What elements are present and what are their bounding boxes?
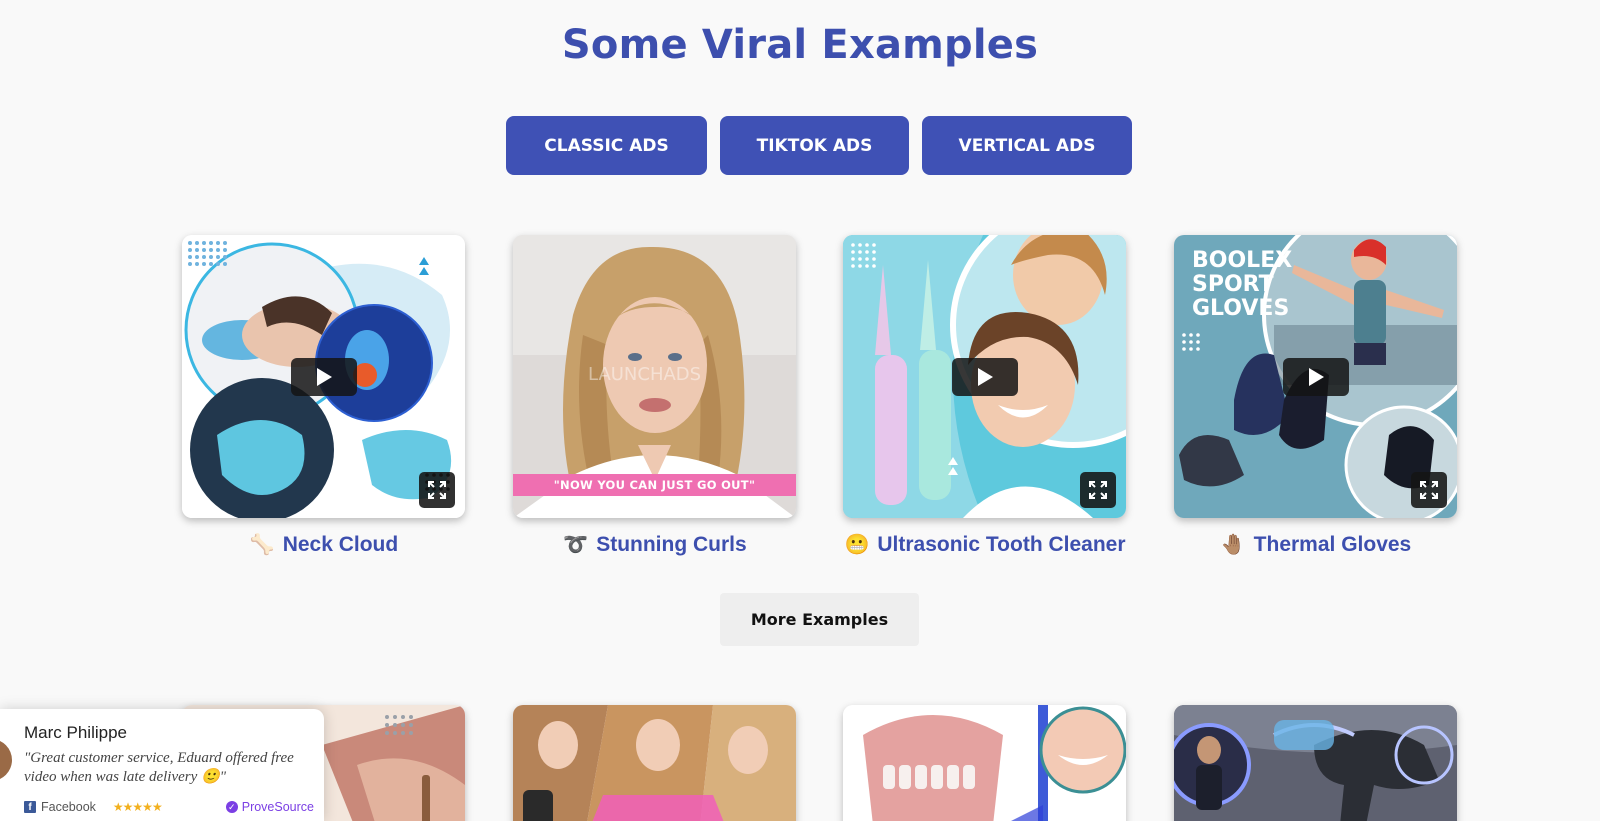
verified-check-icon: ✓ [225,801,238,813]
fullscreen-icon [1420,481,1438,499]
review-source: f Facebook ★★★★★ [24,800,163,814]
example-card-neck-cloud[interactable] [182,235,465,518]
expand-button[interactable] [1080,472,1116,508]
tab-vertical-ads[interactable]: VERTICAL ADS [922,116,1132,175]
expand-button[interactable] [419,472,455,508]
ad-type-tabs: CLASSIC ADS TIKTOK ADS VERTICAL ADS [0,116,1600,175]
play-icon [977,367,993,386]
example-title-label: Neck Cloud [282,532,399,556]
example-card-stunning-curls[interactable]: LAUNCHADS "NOW YOU CAN JUST GO OUT" [513,235,796,518]
hand-icon: 🤚🏽 [1220,534,1246,556]
play-button[interactable] [1282,357,1349,396]
grimacing-face-icon: 😬 [844,534,870,556]
play-button[interactable] [951,357,1018,396]
fullscreen-icon [428,481,446,499]
avatar [0,739,12,781]
bone-icon: 🦴 [249,534,275,556]
svg-text:GLOVES: GLOVES [1192,296,1289,321]
expand-button[interactable] [1411,472,1447,508]
page-title: Some Viral Examples [561,22,1039,68]
svg-text:BOOLEX: BOOLEX [1192,248,1292,273]
example-title-ultrasonic-tooth-cleaner[interactable]: 😬 Ultrasonic Tooth Cleaner [825,532,1145,557]
example-title-neck-cloud[interactable]: 🦴 Neck Cloud [164,532,484,557]
example-card-thermal-gloves[interactable]: BOOLEX SPORT GLOVES [1174,235,1457,518]
social-proof-notification[interactable]: Marc Philippe "Great customer service, E… [0,709,324,821]
play-icon [1308,367,1324,386]
hair-curler-thumbnail [513,705,796,821]
fullscreen-icon [1089,481,1107,499]
example-title-thermal-gloves[interactable]: 🤚🏽 Thermal Gloves [1156,532,1476,557]
more-examples-button[interactable]: More Examples [720,593,919,646]
example-title-label: Stunning Curls [596,532,747,556]
play-button[interactable] [290,357,357,396]
teeth-brush-thumbnail [843,705,1126,821]
review-message: "Great customer service, Eduard offered … [24,750,294,785]
curly-loop-icon: ➰ [563,534,589,556]
example-card-row2-4[interactable] [1174,705,1457,821]
facebook-icon: f [24,801,36,813]
massage-gun-thumbnail [1174,705,1457,821]
review-source-label: Facebook [41,800,96,814]
example-title-label: Thermal Gloves [1253,532,1412,556]
watermark-text: LAUNCHADS [588,364,701,385]
tab-classic-ads[interactable]: CLASSIC ADS [506,116,707,175]
provesource-badge[interactable]: ✓ ProveSource [225,800,314,814]
rating-stars: ★★★★★ [112,800,163,814]
provider-label: ProveSource [241,800,314,814]
tab-tiktok-ads[interactable]: TIKTOK ADS [720,116,909,175]
example-card-row2-3[interactable] [843,705,1126,821]
example-title-label: Ultrasonic Tooth Cleaner [877,532,1126,556]
play-icon [316,367,332,386]
svg-text:SPORT: SPORT [1192,272,1274,297]
example-title-stunning-curls[interactable]: ➰ Stunning Curls [495,532,815,557]
example-card-ultrasonic-tooth-cleaner[interactable] [843,235,1126,518]
reviewer-name: Marc Philippe [24,723,127,742]
example-card-row2-2[interactable] [513,705,796,821]
video-caption-banner: "NOW YOU CAN JUST GO OUT" [513,474,796,496]
